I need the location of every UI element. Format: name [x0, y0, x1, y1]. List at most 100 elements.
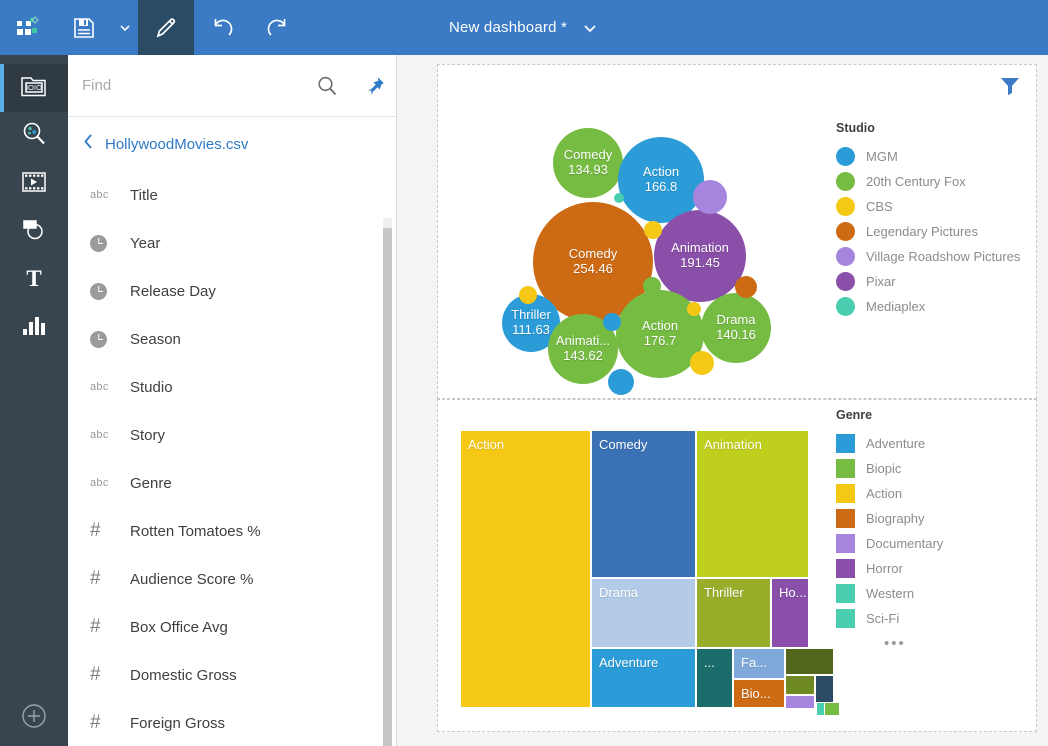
save-dropdown-caret[interactable]	[112, 0, 138, 55]
bubble-point[interactable]	[643, 277, 661, 295]
field-label: Year	[130, 235, 160, 252]
legend-item[interactable]: Legendary Pictures	[836, 219, 1020, 244]
legend-item[interactable]: Horror	[836, 556, 943, 581]
bubble-point[interactable]	[687, 302, 701, 316]
legend-swatch	[836, 584, 855, 603]
bubble-point[interactable]: Drama140.16	[701, 293, 771, 363]
legend-item-label: CBS	[866, 199, 893, 214]
dashboard-title[interactable]: New dashboard *	[449, 19, 567, 36]
rail-item-data-sources[interactable]: IOIO	[0, 64, 68, 112]
legend-item[interactable]: Action	[836, 481, 943, 506]
rail-item-text[interactable]: T	[0, 256, 68, 304]
treemap-tile[interactable]	[785, 675, 815, 695]
field-row[interactable]: Release Day	[68, 267, 396, 315]
field-row[interactable]: #Foreign Gross	[68, 699, 396, 746]
bubble-point[interactable]	[614, 193, 624, 203]
bubble-chart-plot[interactable]: Comedy134.93Action166.8Comedy254.46Anima…	[438, 65, 833, 398]
panel-scrollbar[interactable]	[383, 218, 392, 746]
legend-swatch	[836, 197, 855, 216]
treemap-tile[interactable]	[785, 695, 815, 709]
legend-item[interactable]: Documentary	[836, 531, 943, 556]
legend-item[interactable]: 20th Century Fox	[836, 169, 1020, 194]
field-row[interactable]: abcStory	[68, 411, 396, 459]
legend-more-button[interactable]: •••	[836, 635, 943, 652]
legend-item[interactable]: Sci-Fi	[836, 606, 943, 631]
field-row[interactable]: abcTitle	[68, 171, 396, 219]
field-row[interactable]: #Domestic Gross	[68, 651, 396, 699]
legend-item[interactable]: CBS	[836, 194, 1020, 219]
legend-swatch	[836, 509, 855, 528]
bubble-point[interactable]: Comedy134.93	[553, 128, 623, 198]
dashboard-title-chevron-down-icon[interactable]	[581, 19, 599, 37]
treemap-tile[interactable]: Thriller	[696, 578, 771, 648]
field-row[interactable]: #Box Office Avg	[68, 603, 396, 651]
treemap-tile[interactable]: Bio...	[733, 679, 785, 708]
bubble-point[interactable]	[644, 221, 662, 239]
field-row[interactable]: Year	[68, 219, 396, 267]
rail-item-search-data[interactable]	[0, 112, 68, 160]
charts-icon	[20, 314, 48, 343]
breadcrumb[interactable]: HollywoodMovies.csv	[68, 117, 396, 171]
field-label: Studio	[130, 379, 173, 396]
legend-item[interactable]: Pixar	[836, 269, 1020, 294]
treemap-plot[interactable]: ActionComedyAnimationDrama Thriller Ho... A…	[460, 430, 827, 708]
field-label: Story	[130, 427, 165, 444]
treemap-tile[interactable]	[824, 702, 840, 716]
rail-item-media[interactable]	[0, 160, 68, 208]
treemap-tile[interactable]: Fa...	[733, 648, 785, 679]
undo-button[interactable]	[194, 0, 250, 55]
bubble-value: 140.16	[716, 328, 756, 343]
bubble-point[interactable]	[603, 313, 621, 331]
bubble-value: 166.8	[645, 180, 678, 195]
add-item-button[interactable]	[0, 690, 68, 746]
bubble-chart-card[interactable]: Comedy134.93Action166.8Comedy254.46Anima…	[437, 64, 1037, 399]
field-label: Rotten Tomatoes %	[130, 523, 261, 540]
bubble-point[interactable]	[693, 180, 727, 214]
field-row[interactable]: #Rotten Tomatoes %	[68, 507, 396, 555]
redo-button[interactable]	[250, 0, 306, 55]
field-row[interactable]: abcStudio	[68, 363, 396, 411]
number-field-icon: #	[90, 568, 130, 590]
field-row[interactable]: abcGenre	[68, 459, 396, 507]
bubble-point[interactable]	[608, 369, 634, 395]
treemap-tile[interactable]: Drama	[591, 578, 696, 648]
legend-item[interactable]: Village Roadshow Pictures	[836, 244, 1020, 269]
treemap-tile[interactable]	[785, 648, 834, 675]
rail-item-charts[interactable]	[0, 304, 68, 352]
bubble-point[interactable]	[519, 286, 537, 304]
pin-icon[interactable]	[364, 75, 386, 97]
treemap-card[interactable]: ActionComedyAnimationDramaThrillerHo...A…	[437, 399, 1037, 732]
edit-mode-button[interactable]	[138, 0, 194, 55]
panel-search-actions	[316, 55, 386, 117]
treemap-tile[interactable]: Adventure	[591, 648, 696, 708]
search-input[interactable]	[82, 77, 282, 94]
filter-icon[interactable]	[1000, 77, 1020, 95]
treemap-tile[interactable]: ...	[696, 648, 733, 708]
field-list[interactable]: abcTitleYearRelease DaySeasonabcStudioab…	[68, 171, 396, 746]
treemap-tile[interactable]: Animation	[696, 430, 809, 578]
bubble-label: Drama	[716, 313, 755, 328]
field-row[interactable]: Season	[68, 315, 396, 363]
bubble-value: 143.62	[563, 349, 603, 364]
treemap-tile[interactable]: Ho...	[771, 578, 809, 648]
bubble-point[interactable]: Animation191.45	[654, 210, 746, 302]
bubble-point[interactable]	[735, 276, 757, 298]
field-row[interactable]: #Audience Score %	[68, 555, 396, 603]
treemap-tile-label: Thriller	[704, 585, 744, 600]
search-icon[interactable]	[316, 75, 338, 97]
legend-item[interactable]: Adventure	[836, 431, 943, 456]
treemap-tile[interactable]: Comedy	[591, 430, 696, 578]
legend-item[interactable]: MGM	[836, 144, 1020, 169]
legend-item[interactable]: Western	[836, 581, 943, 606]
rail-item-shapes[interactable]	[0, 208, 68, 256]
legend-item-label: Biopic	[866, 461, 901, 476]
app-tiles-icon[interactable]	[0, 0, 56, 55]
legend-item[interactable]: Biography	[836, 506, 943, 531]
legend-item[interactable]: Biopic	[836, 456, 943, 481]
field-label: Season	[130, 331, 181, 348]
panel-scrollbar-thumb[interactable]	[383, 228, 392, 746]
treemap-tile[interactable]: Action	[460, 430, 591, 708]
legend-item[interactable]: Mediaplex	[836, 294, 1020, 319]
bubble-point[interactable]	[690, 351, 714, 375]
save-button[interactable]	[56, 0, 112, 55]
